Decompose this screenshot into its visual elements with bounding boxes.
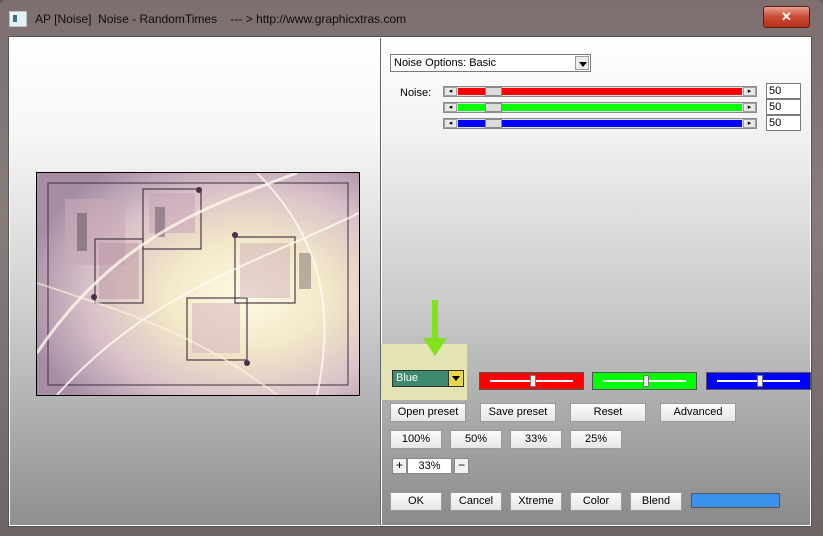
save-preset-button[interactable]: Save preset — [480, 403, 556, 422]
channel-select[interactable]: Blue — [392, 370, 464, 387]
preview-pane — [10, 38, 380, 525]
down-arrow-icon — [423, 300, 447, 356]
zoom-level-field[interactable]: 33% — [407, 458, 452, 474]
scroll-left-icon[interactable]: ◂ — [444, 103, 457, 112]
scroll-right-icon[interactable]: ▸ — [743, 87, 756, 96]
noise-options-value: Noise Options: Basic — [394, 57, 497, 69]
close-button[interactable]: ✕ — [763, 6, 810, 28]
chevron-down-icon[interactable] — [448, 371, 463, 386]
advanced-button[interactable]: Advanced — [660, 403, 736, 422]
channel-slider-1[interactable] — [479, 372, 584, 390]
channel-slider-knob[interactable] — [643, 375, 649, 387]
zoom-in-button[interactable]: + — [392, 458, 407, 474]
zoom-out-button[interactable]: − — [454, 458, 469, 474]
channel-slider-2[interactable] — [592, 372, 697, 390]
preview-image[interactable] — [36, 172, 360, 396]
application-window: AP [Noise] Noise - RandomTimes --- > htt… — [0, 0, 823, 536]
app-window-icon[interactable] — [9, 11, 27, 27]
noise-slider-thumb[interactable] — [485, 119, 502, 128]
noise-slider-thumb[interactable] — [485, 87, 502, 96]
color-swatch[interactable] — [691, 493, 780, 508]
noise-options-dropdown[interactable]: Noise Options: Basic — [390, 54, 591, 72]
open-preset-button[interactable]: Open preset — [390, 403, 466, 422]
ok-button[interactable]: OK — [390, 492, 442, 511]
noise-label: Noise: — [400, 87, 432, 99]
scroll-right-icon[interactable]: ▸ — [743, 103, 756, 112]
scroll-left-icon[interactable]: ◂ — [444, 119, 457, 128]
noise-value-field-3[interactable]: 50 — [766, 115, 801, 131]
noise-slider-2[interactable]: ◂ ▸ — [443, 102, 757, 113]
title-bar[interactable]: AP [Noise] Noise - RandomTimes --- > htt… — [0, 0, 823, 38]
zoom-100-button[interactable]: 100% — [390, 430, 442, 449]
zoom-33-button[interactable]: 33% — [510, 430, 562, 449]
preview-artwork — [37, 173, 359, 395]
scroll-right-icon[interactable]: ▸ — [743, 119, 756, 128]
channel-slider-knob[interactable] — [530, 375, 536, 387]
window-title: AP [Noise] Noise - RandomTimes --- > htt… — [35, 12, 407, 26]
noise-slider-thumb[interactable] — [485, 103, 502, 112]
channel-slider-3[interactable] — [706, 372, 811, 390]
cancel-button[interactable]: Cancel — [450, 492, 502, 511]
settings-pane: Noise Options: Basic Noise: ◂ ▸ 50 ◂ ▸ 50 ◂ ▸ 50… — [381, 38, 811, 525]
noise-slider-1[interactable]: ◂ ▸ — [443, 86, 757, 97]
xtreme-button[interactable]: Xtreme — [510, 492, 562, 511]
client-area: Noise Options: Basic Noise: ◂ ▸ 50 ◂ ▸ 50 ◂ ▸ 50… — [8, 36, 812, 527]
channel-select-value: Blue — [396, 372, 419, 384]
zoom-25-button[interactable]: 25% — [570, 430, 622, 449]
close-icon: ✕ — [781, 9, 792, 24]
blend-button[interactable]: Blend — [630, 492, 682, 511]
noise-value-field-2[interactable]: 50 — [766, 99, 801, 115]
noise-value-field-1[interactable]: 50 — [766, 83, 801, 99]
color-button[interactable]: Color — [570, 492, 622, 511]
noise-slider-3[interactable]: ◂ ▸ — [443, 118, 757, 129]
reset-button[interactable]: Reset — [570, 403, 646, 422]
scroll-left-icon[interactable]: ◂ — [444, 87, 457, 96]
chevron-down-icon[interactable] — [575, 56, 589, 70]
channel-slider-knob[interactable] — [757, 375, 763, 387]
zoom-50-button[interactable]: 50% — [450, 430, 502, 449]
